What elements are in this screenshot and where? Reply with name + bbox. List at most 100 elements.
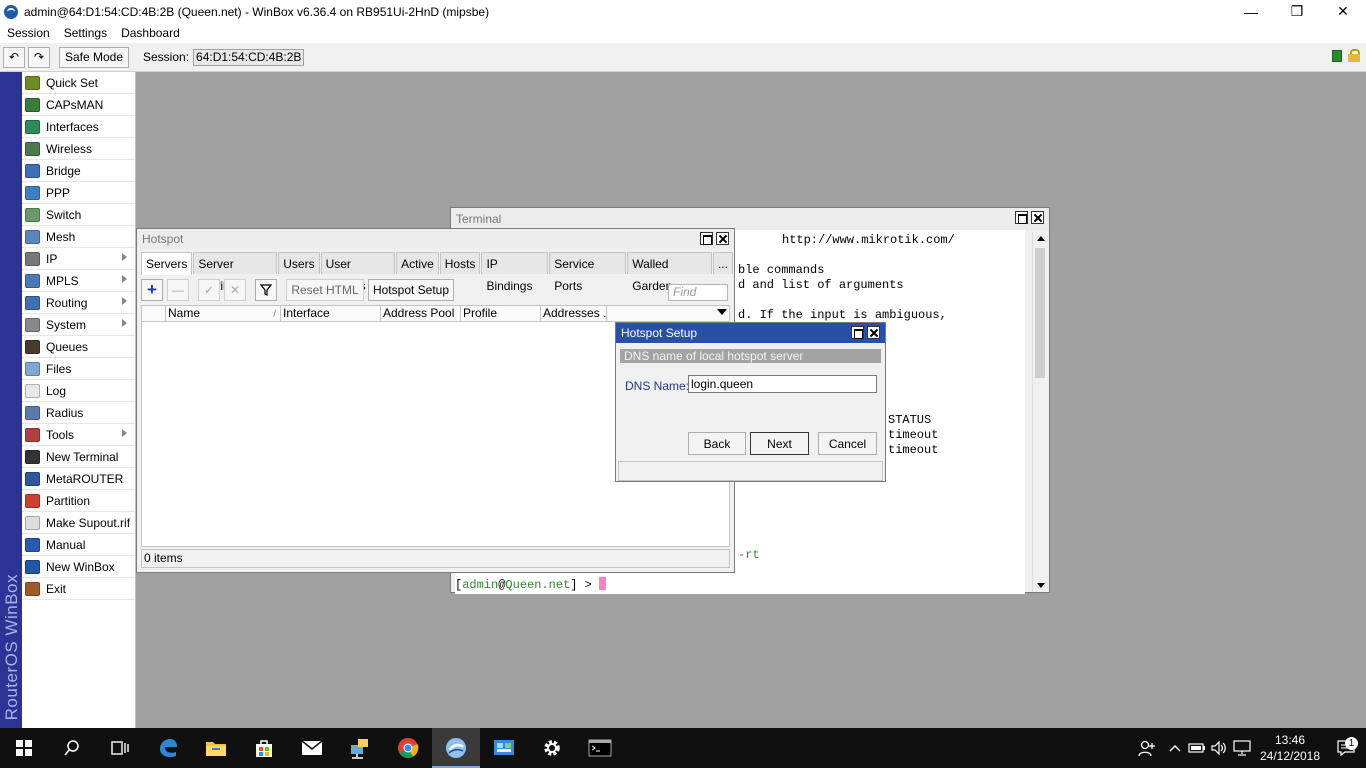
- add-button[interactable]: +: [141, 279, 163, 301]
- windows-logo-icon: [16, 740, 32, 756]
- sidebar-item-bridge[interactable]: Bridge: [22, 160, 135, 182]
- find-input[interactable]: Find: [668, 284, 728, 301]
- column-header-address-pool[interactable]: Address Pool: [381, 306, 461, 321]
- taskbar-mail[interactable]: [288, 728, 336, 768]
- setup-maximize-icon[interactable]: [851, 326, 864, 339]
- sidebar-item-make-supout-rif[interactable]: Make Supout.rif: [22, 512, 135, 534]
- terminal-close-icon[interactable]: [1031, 211, 1044, 224]
- sidebar-item-exit[interactable]: Exit: [22, 578, 135, 600]
- undo-button[interactable]: ↶: [3, 46, 25, 68]
- sidebar-item-wireless[interactable]: Wireless: [22, 138, 135, 160]
- sidebar-item-radius[interactable]: Radius: [22, 402, 135, 424]
- sidebar-item-system[interactable]: System: [22, 314, 135, 336]
- clock[interactable]: 13:46 24/12/2018: [1254, 732, 1326, 764]
- sidebar-item-new-winbox[interactable]: New WinBox: [22, 556, 135, 578]
- taskbar-control-panel[interactable]: [480, 728, 528, 768]
- taskbar-chrome[interactable]: [384, 728, 432, 768]
- sidebar-item-files[interactable]: Files: [22, 358, 135, 380]
- taskbar-store[interactable]: [240, 728, 288, 768]
- log-icon: [25, 383, 40, 398]
- tab-walled-garden[interactable]: Walled Garden: [627, 252, 712, 293]
- column-selector[interactable]: [607, 306, 729, 321]
- taskbar-file-explorer[interactable]: [192, 728, 240, 768]
- scroll-thumb[interactable]: [1035, 248, 1045, 378]
- sidebar-item-quick-set[interactable]: Quick Set: [22, 72, 135, 94]
- tab-servers[interactable]: Servers: [141, 252, 193, 275]
- minimize-button[interactable]: —: [1228, 0, 1274, 23]
- sidebar-item-label: Files: [46, 361, 72, 376]
- sidebar-item-new-terminal[interactable]: New Terminal: [22, 446, 135, 468]
- search-button[interactable]: [48, 728, 96, 768]
- sidebar-item-ip[interactable]: IP: [22, 248, 135, 270]
- sidebar-item-mpls[interactable]: MPLS: [22, 270, 135, 292]
- dns-name-input[interactable]: [688, 375, 877, 393]
- tab-service-ports[interactable]: Service Ports: [549, 252, 627, 293]
- menu-settings[interactable]: Settings: [57, 26, 114, 40]
- sidebar-item-mesh[interactable]: Mesh: [22, 226, 135, 248]
- sidebar-item-ppp[interactable]: PPP: [22, 182, 135, 204]
- menu-dashboard[interactable]: Dashboard: [114, 26, 187, 40]
- show-hidden-icons-button[interactable]: [1164, 744, 1186, 752]
- table-header: Name / Interface Address Pool Profile Add…: [142, 306, 729, 322]
- taskbar-command-prompt[interactable]: [576, 728, 624, 768]
- disable-button[interactable]: ✕: [224, 279, 246, 301]
- back-button[interactable]: Back: [688, 432, 746, 455]
- remove-button[interactable]: —: [167, 279, 189, 301]
- column-header-profile[interactable]: Profile: [461, 306, 541, 321]
- terminal-title-bar[interactable]: Terminal: [451, 208, 1049, 230]
- sidebar-item-routing[interactable]: Routing: [22, 292, 135, 314]
- enable-button[interactable]: ✓: [198, 279, 220, 301]
- scroll-up-arrow-icon[interactable]: [1033, 232, 1048, 246]
- sidebar-item-tools[interactable]: Tools: [22, 424, 135, 446]
- network-button[interactable]: [1230, 740, 1254, 756]
- tab-more[interactable]: ...: [712, 252, 733, 274]
- action-center-button[interactable]: 1: [1326, 737, 1366, 756]
- sidebar-item-log[interactable]: Log: [22, 380, 135, 402]
- sidebar-item-partition[interactable]: Partition: [22, 490, 135, 512]
- people-button[interactable]: [1130, 739, 1164, 757]
- column-header-flag[interactable]: [142, 306, 166, 321]
- sidebar-item-switch[interactable]: Switch: [22, 204, 135, 226]
- scroll-down-arrow-icon[interactable]: [1033, 578, 1048, 592]
- taskbar-edge[interactable]: [144, 728, 192, 768]
- taskbar-network-app[interactable]: [336, 728, 384, 768]
- column-header-interface[interactable]: Interface: [281, 306, 381, 321]
- menu-session[interactable]: Session: [0, 26, 57, 40]
- sidebar-item-interfaces[interactable]: Interfaces: [22, 116, 135, 138]
- setup-close-icon[interactable]: [867, 326, 880, 339]
- cancel-button[interactable]: Cancel: [818, 432, 877, 455]
- tab-user-profiles[interactable]: User Profiles: [320, 252, 396, 293]
- battery-button[interactable]: [1186, 743, 1208, 753]
- hotspot-title-bar[interactable]: Hotspot: [137, 229, 734, 249]
- reset-html-button[interactable]: Reset HTML: [286, 279, 364, 301]
- terminal-prompt: [admin@Queen.net] >: [455, 577, 607, 592]
- start-button[interactable]: [0, 728, 48, 768]
- filter-button[interactable]: [255, 279, 277, 301]
- tab-server-profiles[interactable]: Server Profiles: [193, 252, 278, 293]
- sidebar-item-capsman[interactable]: CAPsMAN: [22, 94, 135, 116]
- column-header-name[interactable]: Name /: [166, 306, 281, 321]
- hotspot-setup-button[interactable]: Hotspot Setup: [368, 279, 454, 301]
- task-view-button[interactable]: [96, 728, 144, 768]
- taskbar-settings[interactable]: [528, 728, 576, 768]
- next-button[interactable]: Next: [750, 432, 809, 455]
- redo-button[interactable]: ↷: [28, 46, 50, 68]
- hotspot-close-icon[interactable]: [716, 232, 729, 245]
- terminal-scrollbar[interactable]: [1032, 232, 1047, 592]
- tab-ip-bindings[interactable]: IP Bindings: [481, 252, 549, 293]
- volume-button[interactable]: [1208, 741, 1230, 755]
- sidebar-item-manual[interactable]: Manual: [22, 534, 135, 556]
- safe-mode-button[interactable]: Safe Mode: [59, 46, 129, 68]
- close-button[interactable]: ✕: [1320, 0, 1366, 23]
- tab-active[interactable]: Active: [396, 252, 439, 274]
- setup-title-bar[interactable]: Hotspot Setup: [616, 323, 885, 343]
- tab-hosts[interactable]: Hosts: [439, 252, 481, 274]
- taskbar-winbox[interactable]: [432, 728, 480, 768]
- sidebar-item-queues[interactable]: Queues: [22, 336, 135, 358]
- terminal-maximize-icon[interactable]: [1015, 211, 1028, 224]
- restore-button[interactable]: ❐: [1274, 0, 1320, 23]
- column-header-addresses[interactable]: Addresses ...: [541, 306, 607, 321]
- tab-users[interactable]: Users: [278, 252, 320, 274]
- hotspot-maximize-icon[interactable]: [700, 232, 713, 245]
- sidebar-item-metarouter[interactable]: MetaROUTER: [22, 468, 135, 490]
